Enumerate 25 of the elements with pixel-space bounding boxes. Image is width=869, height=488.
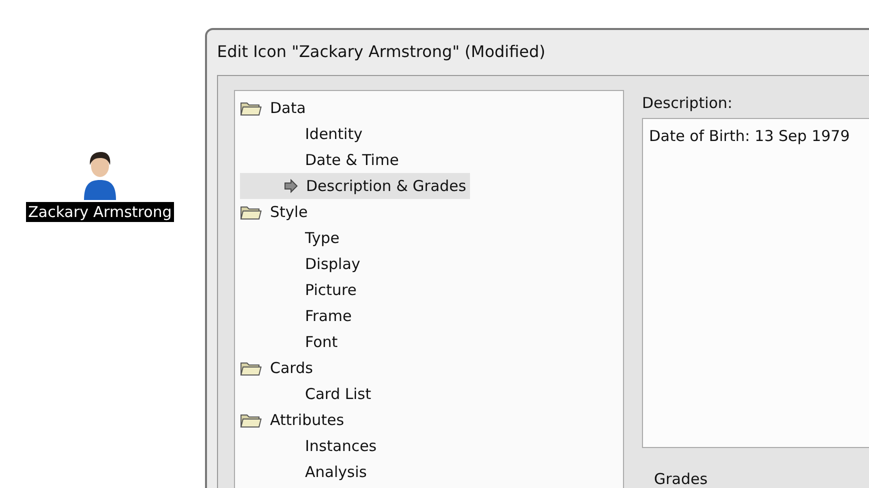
grades-label: Grades xyxy=(654,470,708,488)
tree-group[interactable]: Style xyxy=(240,199,312,225)
tree-item[interactable]: Card List xyxy=(240,381,376,407)
tree-item[interactable]: Description & Grades xyxy=(240,173,470,199)
tree-group[interactable]: Cards xyxy=(240,355,317,381)
folder-icon xyxy=(240,100,262,116)
folder-icon xyxy=(240,204,262,220)
tree-item[interactable]: Frame xyxy=(240,303,356,329)
tree-item[interactable]: Date & Time xyxy=(240,147,403,173)
arrow-icon xyxy=(284,179,298,193)
tree-group[interactable]: Attributes xyxy=(240,407,348,433)
folder-icon xyxy=(240,412,262,428)
tree-group[interactable]: Data xyxy=(240,95,310,121)
description-label: Description: xyxy=(642,94,734,112)
tree-item[interactable]: Type xyxy=(240,225,344,251)
icon-label[interactable]: Zackary Armstrong xyxy=(26,202,174,222)
tree-item[interactable]: Identity xyxy=(240,121,366,147)
tree-item[interactable]: Display xyxy=(240,251,364,277)
folder-icon xyxy=(240,360,262,376)
description-field[interactable]: Date of Birth: 13 Sep 1979 xyxy=(642,118,869,448)
tree-item[interactable]: Font xyxy=(240,329,342,355)
window-title: Edit Icon "Zackary Armstrong" (Modified) xyxy=(217,42,546,61)
tree-item[interactable]: Analysis xyxy=(240,459,371,485)
tree-item[interactable]: Instances xyxy=(240,433,381,459)
tree-item[interactable]: Picture xyxy=(240,277,361,303)
